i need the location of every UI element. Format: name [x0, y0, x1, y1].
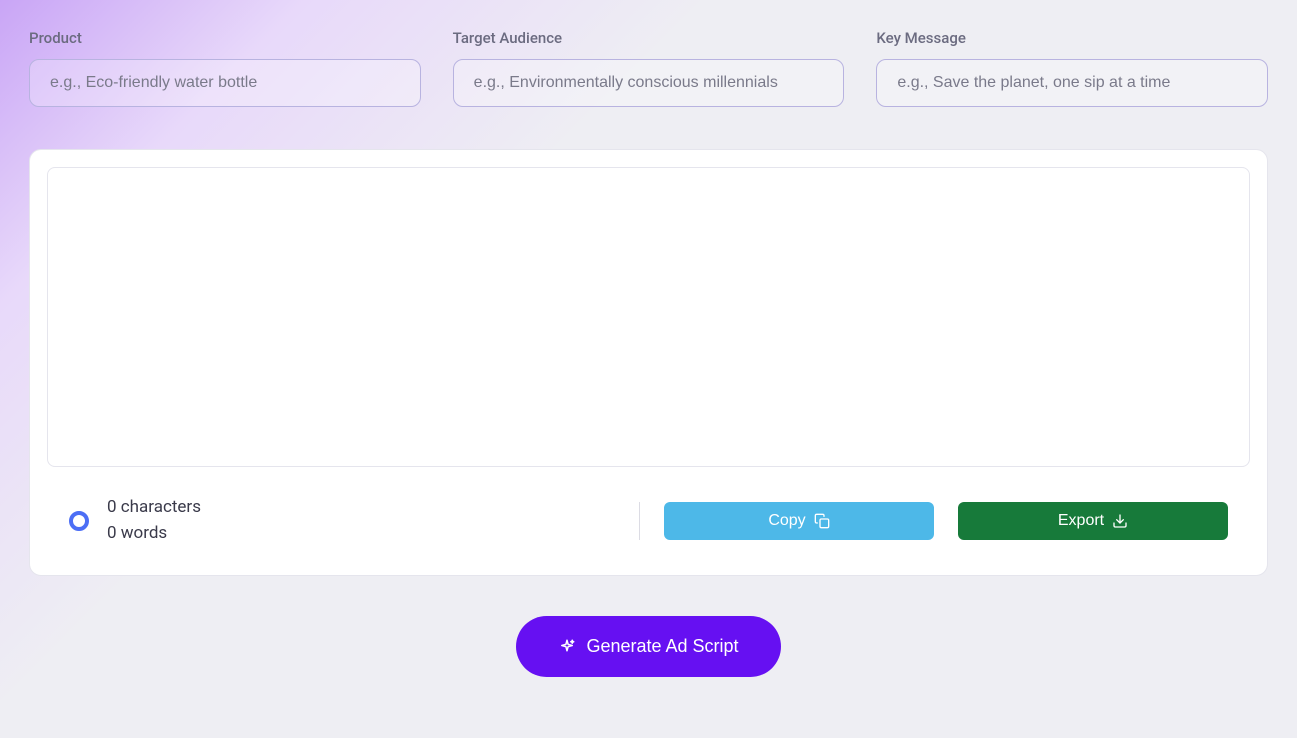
- export-button[interactable]: Export: [958, 502, 1228, 540]
- target-audience-group: Target Audience: [453, 29, 845, 107]
- output-textarea[interactable]: [47, 167, 1250, 467]
- product-group: Product: [29, 29, 421, 107]
- generate-row: Generate Ad Script: [29, 616, 1268, 677]
- product-label: Product: [29, 29, 421, 47]
- copy-button[interactable]: Copy: [664, 502, 934, 540]
- characters-count: 0 characters: [107, 495, 201, 521]
- sparkle-icon: [558, 638, 576, 656]
- target-audience-input[interactable]: [453, 59, 845, 107]
- product-input[interactable]: [29, 59, 421, 107]
- key-message-input[interactable]: [876, 59, 1268, 107]
- inputs-row: Product Target Audience Key Message: [29, 29, 1268, 107]
- generate-button[interactable]: Generate Ad Script: [516, 616, 780, 677]
- actions-block: Copy Export: [639, 502, 1228, 540]
- key-message-group: Key Message: [876, 29, 1268, 107]
- target-audience-label: Target Audience: [453, 29, 845, 47]
- output-card: 0 characters 0 words Copy Export: [29, 149, 1268, 576]
- copy-button-label: Copy: [768, 512, 805, 530]
- generate-button-label: Generate Ad Script: [586, 636, 738, 657]
- download-icon: [1112, 513, 1128, 529]
- circle-indicator-icon: [69, 511, 89, 531]
- stats-text: 0 characters 0 words: [107, 495, 201, 546]
- key-message-label: Key Message: [876, 29, 1268, 47]
- output-footer: 0 characters 0 words Copy Export: [47, 475, 1250, 558]
- copy-icon: [814, 513, 830, 529]
- words-count: 0 words: [107, 521, 201, 547]
- export-button-label: Export: [1058, 512, 1104, 530]
- stats-block: 0 characters 0 words: [69, 495, 201, 546]
